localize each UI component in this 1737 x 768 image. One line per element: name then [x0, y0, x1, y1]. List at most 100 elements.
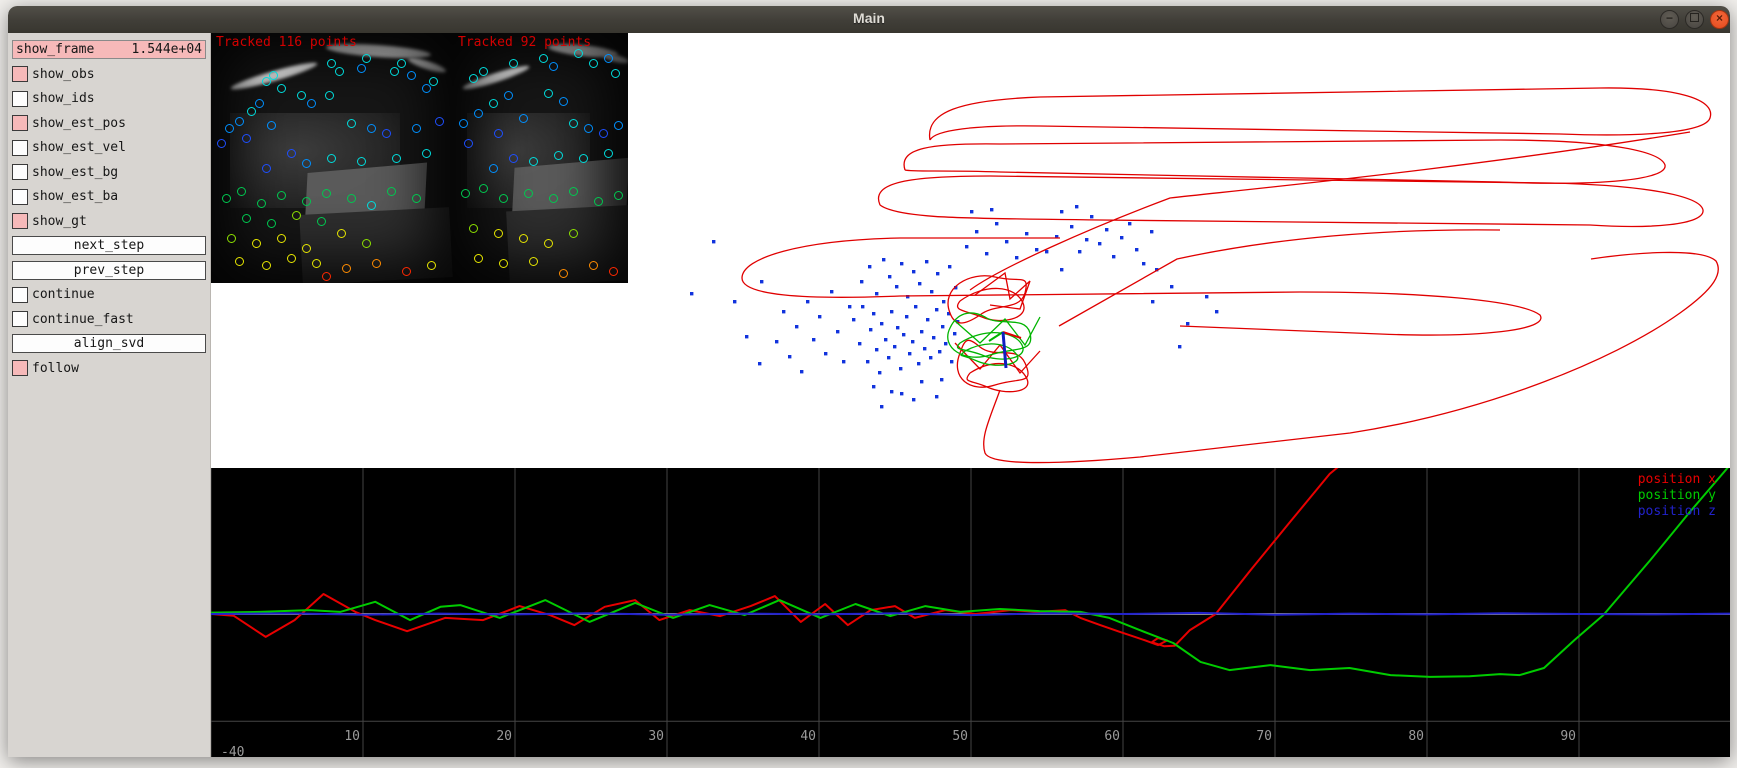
tracked-keypoint: [474, 109, 483, 118]
checkbox-box[interactable]: [12, 115, 28, 131]
slider-value: 1.544e+04: [132, 41, 202, 58]
checkbox-box[interactable]: [12, 360, 28, 376]
tracked-keypoint: [504, 91, 513, 100]
camera-view-left[interactable]: Tracked 116 points: [211, 33, 453, 283]
tracked-keypoint: [327, 154, 336, 163]
button-prev_step[interactable]: prev_step: [12, 261, 206, 280]
tracked-keypoint: [347, 194, 356, 203]
tracked-keypoint: [494, 129, 503, 138]
groundtruth-trajectory: [970, 132, 1690, 290]
checkbox-box[interactable]: [12, 189, 28, 205]
checkbox-continue_fast[interactable]: continue_fast: [12, 310, 206, 329]
x-tick-label: 20: [496, 729, 512, 744]
tracked-keypoint: [589, 261, 598, 270]
tracked-keypoint: [469, 74, 478, 83]
tracked-keypoint: [302, 197, 311, 206]
tracked-keypoint: [235, 257, 244, 266]
tracked-keypoint: [262, 164, 271, 173]
tracked-keypoint: [469, 224, 478, 233]
tracked-keypoint: [609, 267, 618, 276]
tracked-keypoint: [247, 107, 256, 116]
checkbox-box[interactable]: [12, 66, 28, 82]
close-button[interactable]: ×: [1710, 10, 1729, 29]
legend-entry: position z: [1638, 504, 1716, 520]
tracked-keypoint: [474, 254, 483, 263]
estimated-trajectory: [948, 313, 1031, 357]
tracked-keypoint: [524, 189, 533, 198]
checkbox-label: show_ids: [32, 91, 95, 106]
x-tick-label: 10: [344, 729, 360, 744]
tracked-keypoint: [372, 259, 381, 268]
tracked-keypoint: [427, 261, 436, 270]
checkbox-show_est_vel[interactable]: show_est_vel: [12, 138, 206, 157]
title-bar[interactable]: Main − ×: [8, 6, 1730, 34]
x-tick-label: 40: [800, 729, 816, 744]
tracked-keypoint: [412, 124, 421, 133]
tracked-keypoint: [554, 151, 563, 160]
checkbox-label: show_est_bg: [32, 165, 118, 180]
maximize-button[interactable]: [1685, 10, 1704, 29]
tracked-keypoint: [579, 154, 588, 163]
checkbox-continue[interactable]: continue: [12, 285, 206, 304]
checkbox-box[interactable]: [12, 91, 28, 107]
window-title: Main: [8, 10, 1730, 26]
tracked-keypoint: [499, 259, 508, 268]
groundtruth-trajectory: [742, 238, 1541, 335]
tracked-keypoint: [237, 187, 246, 196]
tracked-keypoint: [519, 234, 528, 243]
tracked-keypoint: [337, 229, 346, 238]
checkbox-follow[interactable]: follow: [12, 359, 206, 378]
button-next_step[interactable]: next_step: [12, 236, 206, 255]
checkbox-show_ids[interactable]: show_ids: [12, 89, 206, 108]
checkbox-show_est_ba[interactable]: show_est_ba: [12, 187, 206, 206]
checkbox-box[interactable]: [12, 287, 28, 303]
tracked-keypoint: [459, 119, 468, 128]
tracked-keypoint: [529, 257, 538, 266]
tracked-keypoint: [302, 244, 311, 253]
tracked-keypoint: [599, 129, 608, 138]
tracked-points-label: Tracked 116 points: [216, 35, 357, 50]
tracked-keypoint: [269, 71, 278, 80]
tracked-keypoint: [435, 117, 444, 126]
tracked-keypoint: [267, 121, 276, 130]
tracked-keypoint: [367, 124, 376, 133]
tracked-keypoint: [584, 124, 593, 133]
x-tick-label: 60: [1104, 729, 1120, 744]
tracked-keypoint: [387, 187, 396, 196]
checkbox-box[interactable]: [12, 213, 28, 229]
tracked-keypoint: [225, 124, 234, 133]
tracked-keypoint: [217, 139, 226, 148]
checkbox-box[interactable]: [12, 311, 28, 327]
checkbox-show_obs[interactable]: show_obs: [12, 65, 206, 84]
tracked-keypoint: [422, 149, 431, 158]
minimize-button[interactable]: −: [1660, 10, 1679, 29]
checkbox-show_gt[interactable]: show_gt: [12, 212, 206, 231]
x-tick-label: 70: [1256, 729, 1272, 744]
checkbox-show_est_bg[interactable]: show_est_bg: [12, 163, 206, 182]
tracked-keypoint: [325, 91, 334, 100]
button-align_svd[interactable]: align_svd: [12, 334, 206, 353]
tracked-keypoint: [574, 49, 583, 58]
groundtruth-trajectory: [1059, 230, 1500, 326]
legend-entry: position x: [1638, 472, 1716, 488]
tracked-keypoint: [479, 184, 488, 193]
tracked-keypoint: [252, 239, 261, 248]
checkbox-box[interactable]: [12, 164, 28, 180]
checkbox-box[interactable]: [12, 140, 28, 156]
tracked-keypoint: [494, 229, 503, 238]
checkbox-show_est_pos[interactable]: show_est_pos: [12, 114, 206, 133]
tracked-keypoint: [559, 269, 568, 278]
tracked-keypoint: [382, 129, 391, 138]
tracked-keypoint: [357, 157, 366, 166]
sidebar-panel: show_frame1.544e+04 show_obs show_ids show_…: [8, 33, 211, 757]
camera-view-right[interactable]: Tracked 92 points: [453, 33, 628, 283]
tracked-keypoint: [569, 187, 578, 196]
tracked-keypoint: [392, 154, 401, 163]
plot-view[interactable]: 0102030405060708090-40 position xpositio…: [211, 468, 1730, 757]
tracked-keypoint: [429, 77, 438, 86]
main-window: Main − × show_frame1.544e+04show_obsshow…: [8, 6, 1730, 757]
tracked-keypoint: [287, 149, 296, 158]
slider-show_frame[interactable]: show_frame1.544e+04: [12, 40, 206, 59]
tracked-keypoint: [489, 99, 498, 108]
maximize-icon: [1690, 13, 1699, 22]
